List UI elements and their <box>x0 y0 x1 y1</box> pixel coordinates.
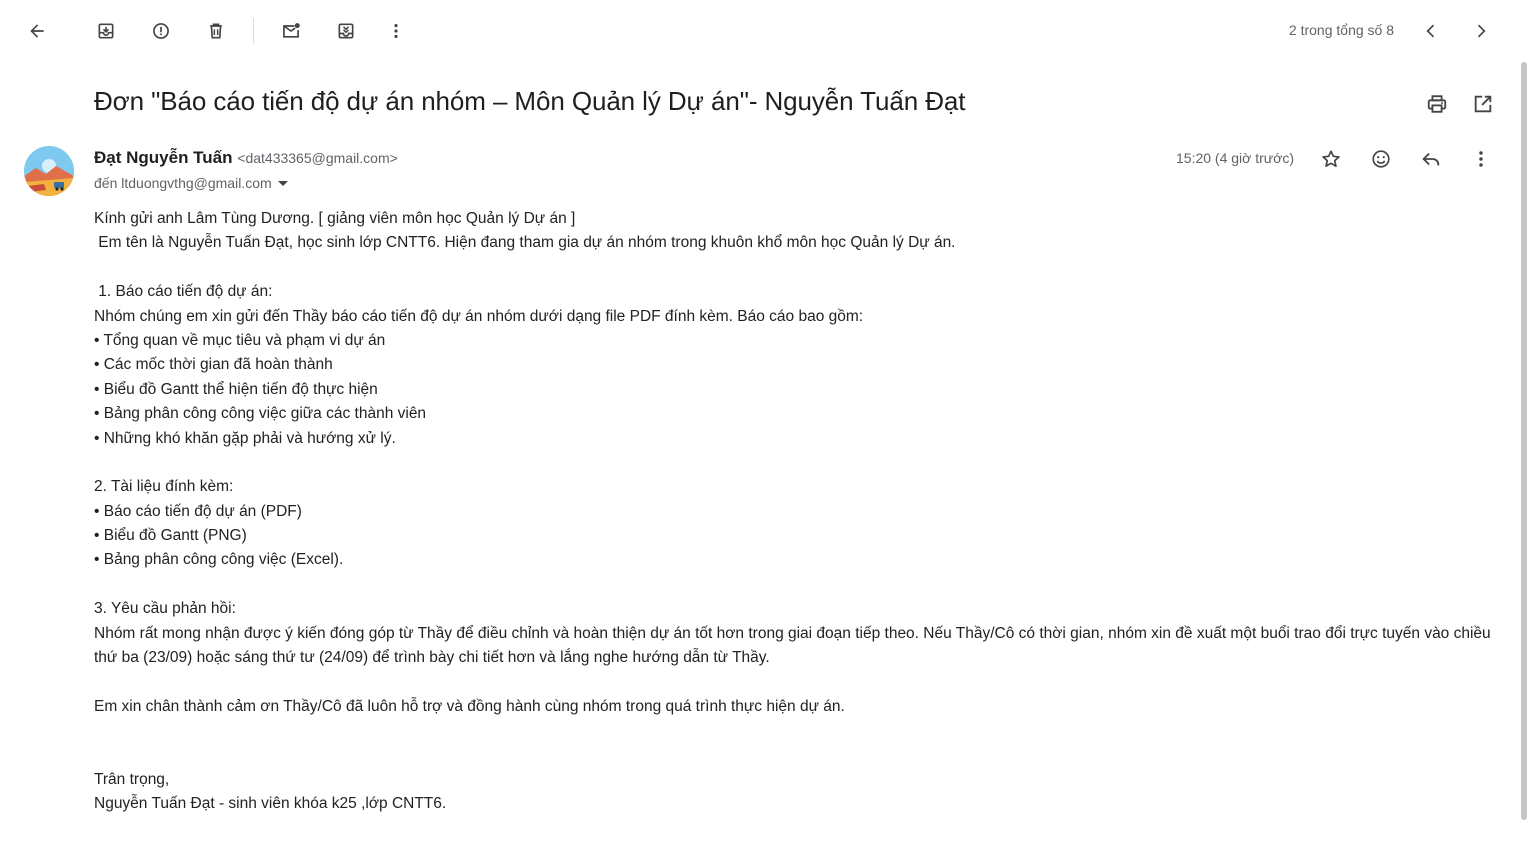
previous-message-button[interactable] <box>1413 13 1449 49</box>
email-subject: Đơn "Báo cáo tiến độ dự án nhóm – Môn Qu… <box>94 86 966 116</box>
back-button[interactable] <box>19 13 55 49</box>
message-body: Kính gửi anh Lâm Tùng Dương. [ giảng viê… <box>94 207 1494 817</box>
intro-line: Em tên là Nguyễn Tuấn Đạt, học sinh lớp … <box>94 234 956 252</box>
mark-unread-button[interactable] <box>273 13 309 49</box>
show-details-caret-icon[interactable] <box>277 180 288 186</box>
list-item: • Biểu đồ Gantt (PNG) <box>94 527 247 545</box>
printer-icon <box>1427 95 1447 113</box>
sender-email: <dat433365@gmail.com> <box>237 150 398 166</box>
sender-info: Đạt Nguyễn Tuấn <dat433365@gmail.com> <box>94 148 398 168</box>
chevron-left-icon <box>1426 24 1435 38</box>
more-options-button[interactable] <box>378 13 414 49</box>
print-all-button[interactable] <box>1421 88 1453 120</box>
next-message-button[interactable] <box>1463 13 1499 49</box>
trash-icon <box>210 23 222 39</box>
scrollbar-thumb[interactable] <box>1521 62 1527 820</box>
list-item: • Biểu đồ Gantt thể hiện tiến độ thực hi… <box>94 380 378 398</box>
closing-line: Trân trọng, <box>94 771 170 789</box>
report-spam-button[interactable] <box>143 13 179 49</box>
move-to-icon <box>338 23 354 39</box>
message-more-button[interactable] <box>1465 143 1497 175</box>
more-vertical-icon <box>394 24 398 38</box>
mark-unread-icon <box>283 23 300 38</box>
emoji-icon <box>1372 150 1390 168</box>
signature-line: Nguyễn Tuấn Đạt - sinh viên khóa k25 ,lớ… <box>94 795 447 813</box>
archive-icon <box>98 23 114 39</box>
chevron-right-icon <box>1477 24 1486 38</box>
list-item: • Tổng quan về mục tiêu và phạm vi dự án <box>94 331 386 349</box>
more-vertical-icon <box>1479 151 1483 167</box>
open-in-new-window-button[interactable] <box>1467 88 1499 120</box>
report-spam-icon <box>153 23 169 39</box>
list-item: • Báo cáo tiến độ dự án (PDF) <box>94 502 302 520</box>
section-2-title: 2. Tài liệu đính kèm: <box>94 478 234 496</box>
message-time: 15:20 (4 giờ trước) <box>1176 150 1294 166</box>
open-in-new-icon <box>1474 95 1492 113</box>
reply-button[interactable] <box>1415 143 1447 175</box>
back-arrow-icon <box>30 24 44 38</box>
move-to-button[interactable] <box>328 13 364 49</box>
vertical-scrollbar[interactable] <box>1520 62 1528 822</box>
add-reaction-button[interactable] <box>1365 143 1397 175</box>
thanks-line: Em xin chân thành cảm ơn Thầy/Cô đã luôn… <box>94 697 845 715</box>
reply-icon <box>1422 152 1440 166</box>
avatar-landscape-icon <box>24 146 74 196</box>
toolbar-divider <box>253 18 254 44</box>
section-3-title: 3. Yêu cầu phản hồi: <box>94 600 236 618</box>
list-item: • Bảng phân công công việc (Excel). <box>94 551 344 569</box>
list-item: • Những khó khăn gặp phải và hướng xử lý… <box>94 429 396 447</box>
sender-name[interactable]: Đạt Nguyễn Tuấn <box>94 148 233 167</box>
section-1-text: Nhóm chúng em xin gửi đến Thầy báo cáo t… <box>94 307 864 325</box>
recipient-line: đến ltduongvthg@gmail.com <box>94 175 288 191</box>
star-icon <box>1322 150 1340 167</box>
delete-button[interactable] <box>198 13 234 49</box>
list-item: • Bảng phân công công việc giữa các thàn… <box>94 405 427 423</box>
section-3-text: Nhóm rất mong nhận được ý kiến đóng góp … <box>94 624 1491 667</box>
archive-button[interactable] <box>88 13 124 49</box>
sender-avatar[interactable] <box>24 146 74 196</box>
message-toolbar: 2 trong tổng số 8 <box>0 0 1528 62</box>
star-button[interactable] <box>1315 143 1347 175</box>
list-item: • Các mốc thời gian đã hoàn thành <box>94 356 333 374</box>
recipient-text: đến ltduongvthg@gmail.com <box>94 175 272 191</box>
greeting-line: Kính gửi anh Lâm Tùng Dương. [ giảng viê… <box>94 210 576 227</box>
section-1-title: 1. Báo cáo tiến độ dự án: <box>94 283 273 301</box>
pager-count: 2 trong tổng số 8 <box>1288 22 1394 38</box>
